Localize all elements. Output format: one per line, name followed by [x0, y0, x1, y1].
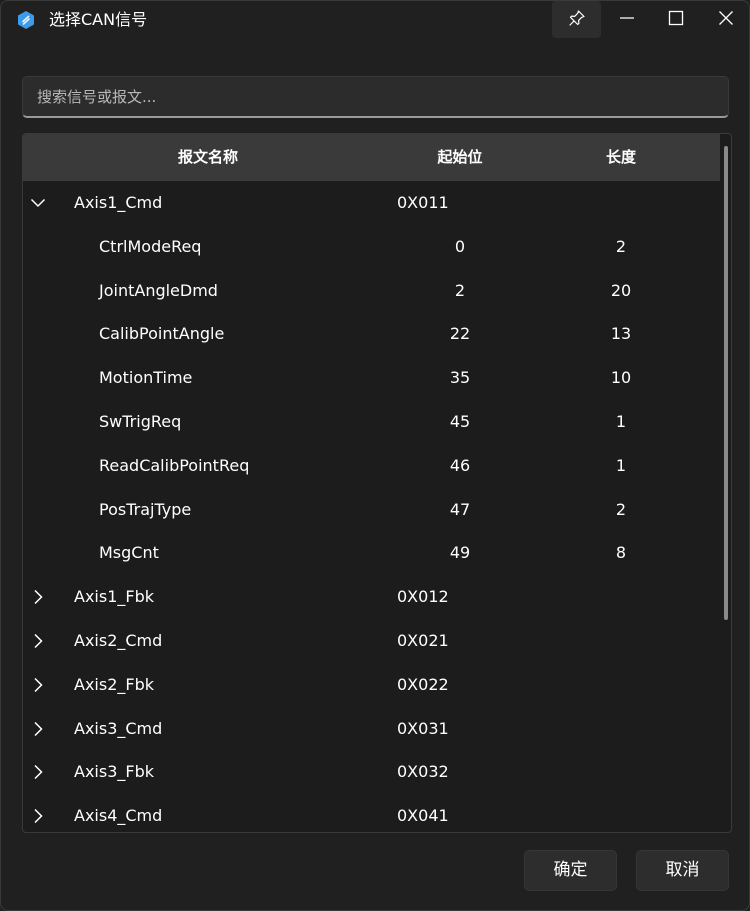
signal-start-bit: 22 — [449, 324, 471, 344]
signal-name: MsgCnt — [99, 543, 159, 563]
signal-length: 20 — [610, 280, 632, 300]
signal-start-bit: 0 — [454, 236, 466, 256]
maximize-button[interactable] — [652, 1, 700, 38]
message-name: Axis3_Fbk — [74, 762, 154, 782]
message-row[interactable]: Axis2_Fbk 0X022 — [23, 663, 720, 707]
message-id: 0X011 — [397, 193, 449, 212]
signal-length: 8 — [615, 543, 627, 563]
signal-start-bit: 45 — [449, 411, 471, 431]
signal-start-bit: 47 — [449, 499, 471, 519]
signal-row[interactable]: MsgCnt 49 8 — [23, 531, 720, 575]
search-input[interactable] — [23, 77, 728, 116]
signal-name: MotionTime — [99, 368, 193, 388]
header-start-bit[interactable]: 起始位 — [410, 134, 510, 181]
search-box[interactable] — [22, 76, 729, 118]
message-name: Axis2_Cmd — [74, 630, 163, 650]
header-length[interactable]: 长度 — [571, 134, 671, 181]
message-name: Axis4_Cmd — [74, 806, 163, 826]
signal-row[interactable]: MotionTime 35 10 — [23, 356, 720, 400]
signal-name: ReadCalibPointReq — [99, 455, 250, 475]
vertical-scrollbar[interactable] — [724, 146, 728, 620]
message-row[interactable]: Axis1_Fbk 0X012 — [23, 575, 720, 619]
signal-row[interactable]: CtrlModeReq 0 2 — [23, 225, 720, 269]
signal-length: 13 — [610, 324, 632, 344]
header-message-name[interactable]: 报文名称 — [108, 134, 308, 181]
message-id: 0X041 — [397, 806, 449, 826]
chevron-down-icon[interactable] — [28, 193, 48, 213]
message-name: Axis3_Cmd — [74, 718, 163, 738]
message-id: 0X012 — [397, 587, 449, 607]
signal-length: 10 — [610, 368, 632, 388]
message-name: Axis1_Cmd — [74, 193, 163, 212]
message-id: 0X031 — [397, 718, 449, 738]
ok-button[interactable]: 确定 — [524, 850, 617, 891]
chevron-right-icon[interactable] — [28, 587, 48, 607]
message-id: 0X022 — [397, 674, 449, 694]
cancel-button[interactable]: 取消 — [636, 850, 729, 891]
signal-start-bit: 46 — [449, 455, 471, 475]
chevron-right-icon[interactable] — [28, 719, 48, 739]
signal-row[interactable]: CalibPointAngle 22 13 — [23, 312, 720, 356]
signal-start-bit: 49 — [449, 543, 471, 563]
signal-length: 1 — [615, 411, 627, 431]
message-id: 0X032 — [397, 762, 449, 782]
minimize-icon — [618, 9, 636, 31]
signal-name: PosTrajType — [99, 499, 192, 519]
message-row[interactable]: Axis2_Cmd 0X021 — [23, 619, 720, 663]
message-name: Axis1_Fbk — [74, 587, 154, 607]
signal-length: 2 — [615, 499, 627, 519]
title-bar[interactable]: 选择CAN信号 — [1, 1, 749, 39]
minimize-button[interactable] — [603, 1, 651, 38]
signal-start-bit: 2 — [454, 280, 466, 300]
signal-name: SwTrigReq — [99, 411, 182, 431]
pin-button[interactable] — [552, 1, 601, 38]
signal-row[interactable]: PosTrajType 47 2 — [23, 488, 720, 532]
signal-tree[interactable]: 报文名称 起始位 长度 Axis1_Cmd 0X011 CtrlModeReq … — [22, 133, 732, 833]
message-name: Axis2_Fbk — [74, 674, 154, 694]
signal-name: JointAngleDmd — [99, 280, 218, 300]
signal-start-bit: 35 — [449, 368, 471, 388]
signal-row[interactable]: ReadCalibPointReq 46 1 — [23, 444, 720, 488]
signal-row[interactable]: SwTrigReq 45 1 — [23, 400, 720, 444]
signal-length: 2 — [615, 236, 627, 256]
message-row[interactable]: Axis4_Cmd 0X041 — [23, 794, 720, 832]
chevron-right-icon[interactable] — [28, 631, 48, 651]
maximize-icon — [667, 9, 685, 31]
app-logo-icon — [16, 10, 36, 30]
close-icon — [717, 9, 735, 31]
signal-row[interactable]: JointAngleDmd 2 20 — [23, 269, 720, 313]
message-row[interactable]: Axis3_Fbk 0X032 — [23, 750, 720, 794]
dialog-window: 选择CAN信号 搜索信号或报文... 报文名称 起始位 长度 Axis1_Cmd… — [0, 0, 750, 911]
pin-icon — [568, 9, 586, 31]
message-row[interactable]: Axis1_Cmd 0X011 — [23, 181, 720, 225]
chevron-right-icon[interactable] — [28, 762, 48, 782]
message-id: 0X021 — [397, 630, 449, 650]
close-button[interactable] — [702, 1, 749, 38]
tree-rows: Axis1_Cmd 0X011 CtrlModeReq 0 2 JointAng… — [23, 181, 720, 832]
signal-name: CtrlModeReq — [99, 236, 202, 256]
window-title: 选择CAN信号 — [49, 10, 148, 29]
signal-length: 1 — [615, 455, 627, 475]
chevron-right-icon[interactable] — [28, 675, 48, 695]
chevron-right-icon[interactable] — [28, 806, 48, 826]
tree-header: 报文名称 起始位 长度 — [23, 134, 720, 181]
signal-name: CalibPointAngle — [99, 324, 225, 344]
message-row[interactable]: Axis3_Cmd 0X031 — [23, 707, 720, 751]
